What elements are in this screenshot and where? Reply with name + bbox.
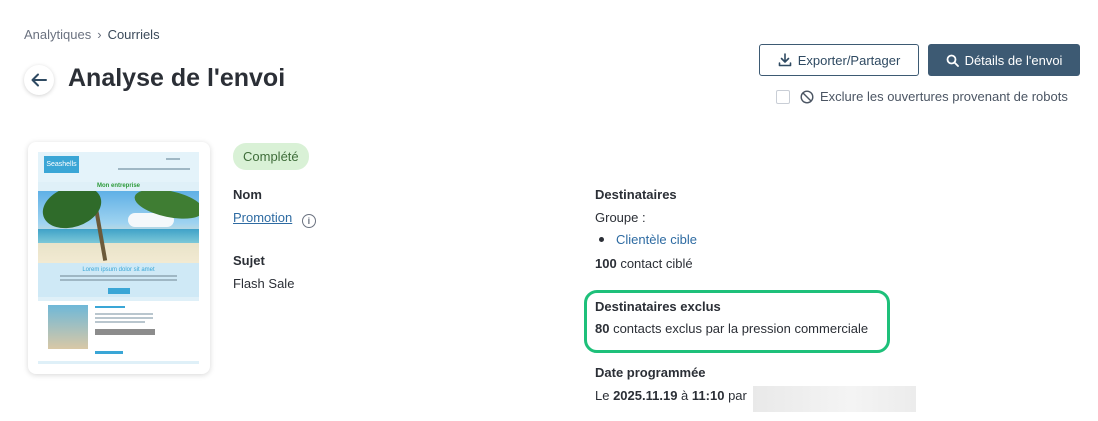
targeted-text: contact ciblé <box>616 256 693 271</box>
back-button[interactable] <box>24 65 54 95</box>
recipients-label: Destinataires <box>595 187 677 202</box>
name-value-row: Promotion i <box>233 210 316 228</box>
preview-article <box>38 301 199 361</box>
breadcrumb-analytiques[interactable]: Analytiques <box>24 27 91 42</box>
excluded-contacts: 80 contacts exclus par la pression comme… <box>595 321 868 336</box>
export-share-label: Exporter/Partager <box>797 52 901 68</box>
scheduled-date-value: Le 2025.11.19 à 11:10 par <box>595 388 747 403</box>
preview-logo: Seashells <box>44 156 79 173</box>
send-details-button[interactable]: Détails de l'envoi <box>928 44 1080 76</box>
exclude-robots-label: Exclure les ouvertures provenant de robo… <box>820 89 1068 104</box>
breadcrumb-courriels[interactable]: Courriels <box>108 27 160 42</box>
scheduled-mid: à <box>677 388 692 403</box>
subject-label: Sujet <box>233 253 265 268</box>
excluded-recipients-label: Destinataires exclus <box>595 299 721 314</box>
preview-article-image <box>48 305 88 349</box>
arrow-left-icon <box>31 73 47 87</box>
scheduled-time: 11:10 <box>691 388 725 403</box>
info-icon[interactable]: i <box>301 214 316 228</box>
exclude-robots-checkbox[interactable] <box>776 89 790 104</box>
bullet-icon <box>599 237 604 242</box>
exclude-robots-row: Exclure les ouvertures provenant de robo… <box>776 89 1068 104</box>
scheduled-date-label: Date programmée <box>595 365 706 380</box>
campaign-name-link[interactable]: Promotion <box>233 210 292 225</box>
preview-promo-title: Lorem ipsum dolor sit amet <box>82 267 155 273</box>
email-preview-card[interactable]: Seashells Mon entreprise Lorem ipsum dol… <box>28 142 210 374</box>
targeted-count: 100 <box>595 256 617 271</box>
export-share-button[interactable]: Exporter/Partager <box>759 44 919 76</box>
subject-value: Flash Sale <box>233 276 295 291</box>
group-list-item: Clientèle cible <box>599 232 697 247</box>
status-badge: Complété <box>233 143 309 170</box>
group-link[interactable]: Clientèle cible <box>616 232 697 247</box>
preview-brand: Mon entreprise <box>38 182 199 191</box>
block-icon <box>800 89 814 104</box>
download-icon <box>778 53 791 67</box>
page-title: Analyse de l'envoi <box>68 64 286 92</box>
excluded-count: 80 <box>595 321 610 336</box>
name-label: Nom <box>233 187 262 202</box>
breadcrumb: Analytiques › Courriels <box>24 27 160 42</box>
email-preview-thumbnail: Seashells Mon entreprise Lorem ipsum dol… <box>38 152 199 364</box>
scheduled-prefix: Le <box>595 388 614 403</box>
excluded-text: contacts exclus par la pression commerci… <box>609 321 869 336</box>
chevron-right-icon: › <box>97 27 102 42</box>
preview-beach-image <box>38 191 199 263</box>
targeted-contacts: 100 contact ciblé <box>595 256 693 271</box>
scheduled-date: 2025.11.19 <box>613 388 678 403</box>
group-label: Groupe : <box>595 210 646 225</box>
send-details-label: Détails de l'envoi <box>964 52 1063 68</box>
search-icon <box>946 54 959 67</box>
preview-header: Seashells <box>38 152 199 182</box>
redacted-username <box>753 386 916 412</box>
scheduled-suffix: par <box>724 388 747 403</box>
preview-promo-block: Lorem ipsum dolor sit amet <box>38 263 199 297</box>
